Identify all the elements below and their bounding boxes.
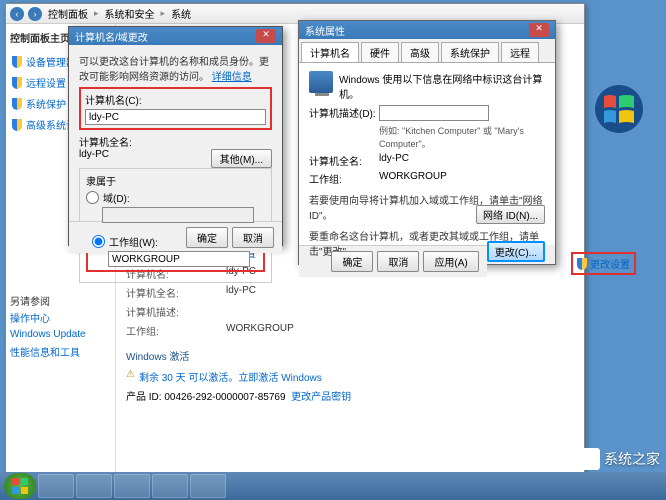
fullname-k: 计算机全名:	[309, 153, 379, 168]
computer-name-group: 计算机名(C):	[79, 87, 272, 130]
computer-name-input[interactable]	[85, 109, 266, 125]
tab-protect[interactable]: 系统保护	[441, 42, 499, 62]
dialog-title: 计算机名/域更改	[75, 29, 148, 43]
more-button[interactable]: 其他(M)...	[211, 149, 272, 168]
fullname-label: 计算机全名:	[79, 138, 132, 149]
fullname-value: ldy-PC	[79, 149, 109, 160]
dialog-title: 系统属性	[305, 23, 345, 37]
comp-wg-k: 工作组:	[126, 323, 226, 338]
watermark: 系统之家	[578, 448, 660, 470]
close-icon[interactable]: ✕	[529, 23, 549, 37]
breadcrumb[interactable]: 控制面板 ▸ 系统和安全 ▸ 系统	[46, 6, 580, 21]
brand-logo-icon	[578, 448, 600, 470]
footer-link-action[interactable]: 操作中心	[10, 308, 111, 327]
taskbar-item[interactable]	[190, 474, 226, 498]
nav-back-icon[interactable]: ‹	[10, 7, 24, 21]
footer-link-perf[interactable]: 性能信息和工具	[10, 342, 111, 361]
comp-full-v: ldy-PC	[226, 285, 256, 300]
workgroup-input[interactable]	[108, 251, 250, 267]
footer-link-update[interactable]: Windows Update	[10, 327, 111, 342]
domain-input	[102, 207, 254, 223]
tab-computername[interactable]: 计算机名	[301, 42, 359, 62]
taskbar-item[interactable]	[38, 474, 74, 498]
taskbar-item[interactable]	[152, 474, 188, 498]
wg-v: WORKGROUP	[379, 171, 447, 186]
chevron-right-icon: ▸	[92, 8, 101, 19]
chevron-right-icon: ▸	[159, 8, 168, 19]
windows-logo-icon	[594, 84, 644, 134]
workgroup-label: 工作组(W):	[109, 234, 158, 249]
shield-icon	[12, 77, 22, 89]
domain-radio[interactable]	[86, 191, 99, 204]
close-icon[interactable]: ✕	[256, 29, 276, 43]
dialog-titlebar[interactable]: 计算机名/域更改 ✕	[69, 27, 282, 45]
shield-icon	[12, 98, 22, 110]
product-id: 产品 ID: 00426-292-0000007-85769	[126, 388, 286, 403]
desc-label: 计算机描述(D):	[309, 105, 379, 121]
see-also-title: 另请参阅	[10, 293, 111, 308]
name-label: 计算机名(C):	[85, 92, 266, 107]
nav-fwd-icon[interactable]: ›	[28, 7, 42, 21]
ok-button[interactable]: 确定	[331, 251, 373, 272]
crumb-cat[interactable]: 系统和安全	[103, 6, 157, 21]
comp-full-k: 计算机全名:	[126, 285, 226, 300]
detail-link[interactable]: 详细信息	[212, 72, 252, 83]
crumb-root[interactable]: 控制面板	[46, 6, 90, 21]
tab-remote[interactable]: 远程	[501, 42, 539, 62]
computer-icon	[309, 71, 333, 93]
tab-hardware[interactable]: 硬件	[361, 42, 399, 62]
ok-button[interactable]: 确定	[186, 227, 228, 248]
member-label: 隶属于	[86, 173, 265, 188]
tab-advanced[interactable]: 高级	[401, 42, 439, 62]
tab-strip: 计算机名 硬件 高级 系统保护 远程	[299, 39, 555, 63]
apply-button[interactable]: 应用(A)	[423, 251, 478, 272]
shield-icon	[12, 56, 22, 68]
cancel-button[interactable]: 取消	[377, 251, 419, 272]
cancel-button[interactable]: 取消	[232, 227, 274, 248]
fullname-v: ldy-PC	[379, 153, 409, 168]
taskbar-item[interactable]	[76, 474, 112, 498]
change-settings-link[interactable]: 更改设置	[571, 252, 636, 275]
taskbar-item[interactable]	[114, 474, 150, 498]
shield-icon	[12, 119, 22, 131]
wg-k: 工作组:	[309, 171, 379, 186]
dialog-titlebar[interactable]: 系统属性 ✕	[299, 21, 555, 39]
activate-title: Windows 激活	[126, 348, 574, 363]
domain-label: 域(D):	[103, 190, 130, 205]
intro-text: Windows 使用以下信息在网络中标识这台计算机。	[339, 71, 545, 101]
network-id-button[interactable]: 网络 ID(N)...	[476, 205, 545, 224]
change-button[interactable]: 更改(C)...	[487, 241, 545, 262]
activate-link[interactable]: 剩余 30 天 可以激活。立即激活 Windows	[139, 369, 322, 384]
change-key-link[interactable]: 更改产品密钥	[291, 388, 351, 403]
comp-desc-k: 计算机描述:	[126, 304, 226, 319]
taskbar	[0, 472, 666, 500]
rename-dialog: 计算机名/域更改 ✕ 可以更改这台计算机的名称和成员身份。更改可能影响网络资源的…	[68, 26, 283, 246]
warning-icon: ⚠	[126, 369, 135, 384]
desc-example: 例如: "Kitchen Computer" 或 "Mary's Compute…	[379, 124, 545, 150]
comp-wg-v: WORKGROUP	[226, 323, 294, 338]
workgroup-radio[interactable]	[92, 235, 105, 248]
system-properties-dialog: 系统属性 ✕ 计算机名 硬件 高级 系统保护 远程 Windows 使用以下信息…	[298, 20, 556, 265]
start-button[interactable]	[4, 473, 36, 499]
shield-icon	[577, 258, 587, 270]
crumb-page[interactable]: 系统	[169, 6, 193, 21]
description-input[interactable]	[379, 105, 489, 121]
